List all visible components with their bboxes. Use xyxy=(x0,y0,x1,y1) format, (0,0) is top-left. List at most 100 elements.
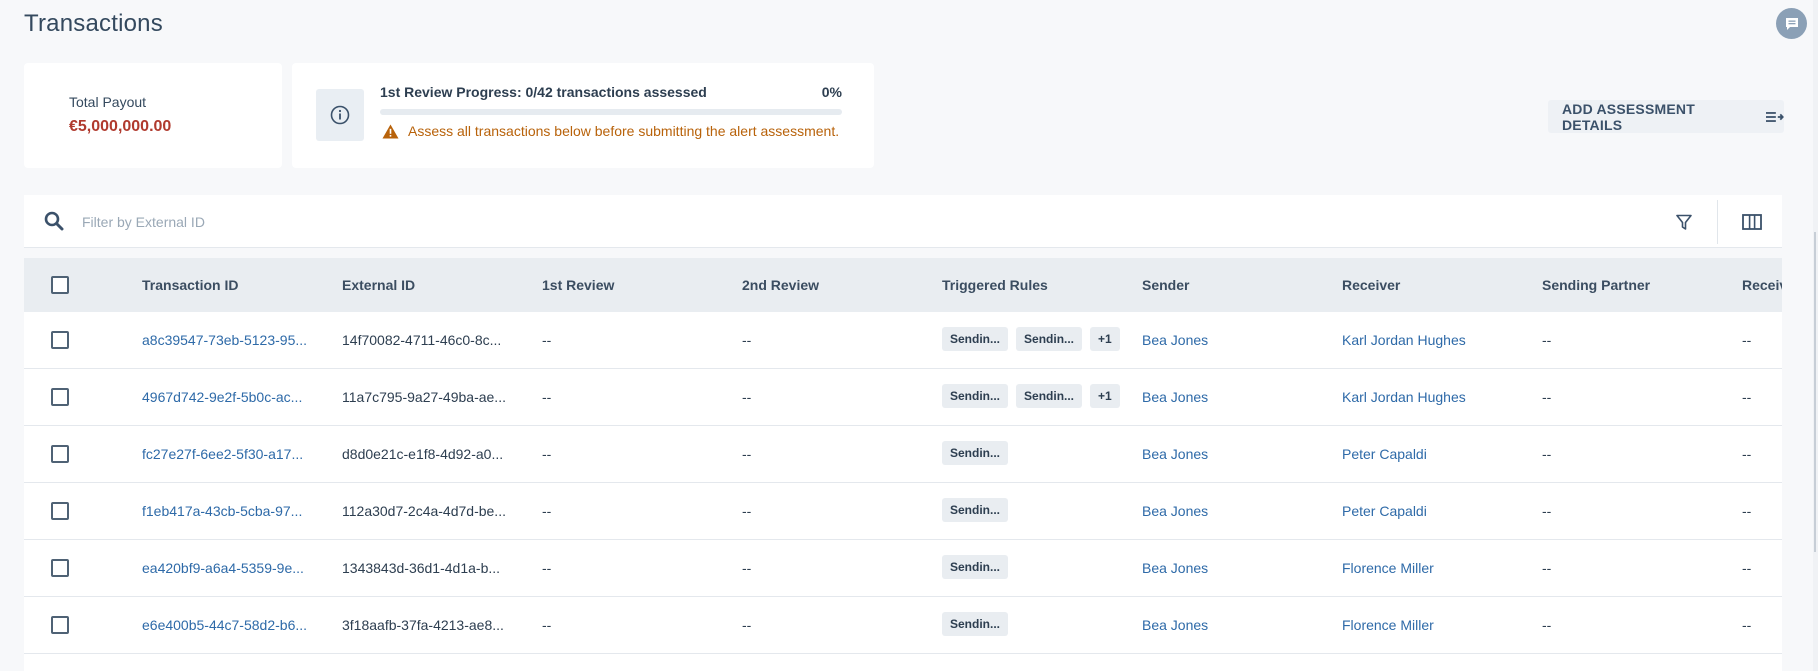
rule-tag[interactable]: Sendin... xyxy=(1016,327,1083,351)
more-rules-tag[interactable]: +1 xyxy=(1090,384,1120,408)
receiving-partner-cell: -- xyxy=(1742,332,1752,348)
sending-partner-cell: -- xyxy=(1542,332,1552,348)
row-checkbox[interactable] xyxy=(51,502,69,520)
rule-tag[interactable]: Sendin... xyxy=(942,441,1009,465)
triggered-rules-cell: Sendin... xyxy=(942,498,1009,522)
transaction-id-link[interactable]: 4967d742-9e2f-5b0c-ac... xyxy=(142,389,326,405)
rule-tag[interactable]: Sendin... xyxy=(942,612,1009,636)
sender-link[interactable]: Bea Jones xyxy=(1142,446,1208,462)
chat-button[interactable] xyxy=(1776,8,1807,39)
row-checkbox[interactable] xyxy=(51,388,69,406)
total-payout-value: €5,000,000.00 xyxy=(69,118,172,135)
external-id-cell: 14f70082-4711-46c0-8c... xyxy=(342,332,502,348)
info-icon-box xyxy=(316,89,364,141)
first-review-cell: -- xyxy=(542,560,552,576)
triggered-rules-cell: Sendin... Sendin... +1 xyxy=(942,327,1120,351)
sending-partner-cell: -- xyxy=(1542,389,1552,405)
select-all-checkbox[interactable] xyxy=(51,276,69,294)
triggered-rules-cell: Sendin... xyxy=(942,555,1009,579)
table-row[interactable]: fc27e27f-6ee2-5f30-a17... d8d0e21c-e1f8-… xyxy=(24,426,1782,483)
transaction-id-link[interactable]: ea420bf9-a6a4-5359-9e... xyxy=(142,560,326,576)
filter-button[interactable] xyxy=(1671,209,1697,235)
rule-tag[interactable]: Sendin... xyxy=(942,555,1009,579)
row-checkbox[interactable] xyxy=(51,616,69,634)
row-checkbox[interactable] xyxy=(51,559,69,577)
transaction-id-link[interactable]: f1eb417a-43cb-5cba-97... xyxy=(142,503,326,519)
sender-link[interactable]: Bea Jones xyxy=(1142,560,1208,576)
sending-partner-cell: -- xyxy=(1542,446,1552,462)
review-progress-card: 1st Review Progress: 0/42 transactions a… xyxy=(292,63,874,168)
second-review-cell: -- xyxy=(742,389,752,405)
second-review-cell: -- xyxy=(742,446,752,462)
sending-partner-cell: -- xyxy=(1542,617,1552,633)
page-title: Transactions xyxy=(24,10,163,37)
rule-tag[interactable]: Sendin... xyxy=(1016,384,1083,408)
receiver-link[interactable]: Peter Capaldi xyxy=(1342,446,1427,462)
receiving-partner-cell: -- xyxy=(1742,389,1752,405)
transaction-id-link[interactable]: a8c39547-73eb-5123-95... xyxy=(142,332,326,348)
columns-icon xyxy=(1742,214,1762,230)
more-rules-tag[interactable]: +1 xyxy=(1090,327,1120,351)
external-id-search-input[interactable] xyxy=(82,209,782,235)
external-id-cell: 112a30d7-2c4a-4d7d-be... xyxy=(342,503,506,519)
triggered-rules-cell: Sendin... xyxy=(942,612,1009,636)
toolbar-divider xyxy=(1717,200,1718,244)
rule-tag[interactable]: Sendin... xyxy=(942,384,1009,408)
first-review-cell: -- xyxy=(542,446,552,462)
columns-button[interactable] xyxy=(1738,208,1766,236)
review-progress-title: 1st Review Progress: 0/42 transactions a… xyxy=(380,84,707,100)
column-header-external-id[interactable]: External ID xyxy=(342,277,415,293)
column-header-sender[interactable]: Sender xyxy=(1142,277,1189,293)
row-checkbox[interactable] xyxy=(51,331,69,349)
receiver-link[interactable]: Florence Miller xyxy=(1342,617,1434,633)
triggered-rules-cell: Sendin... xyxy=(942,441,1009,465)
second-review-cell: -- xyxy=(742,617,752,633)
first-review-cell: -- xyxy=(542,617,552,633)
first-review-cell: -- xyxy=(542,332,552,348)
page-scrollbar-thumb[interactable] xyxy=(1814,232,1816,552)
column-header-triggered-rules[interactable]: Triggered Rules xyxy=(942,277,1048,293)
column-header-receiver[interactable]: Receiver xyxy=(1342,277,1400,293)
list-arrow-icon xyxy=(1766,111,1784,122)
receiving-partner-cell: -- xyxy=(1742,503,1752,519)
transactions-table: Transaction ID External ID 1st Review 2n… xyxy=(24,258,1782,671)
table-row[interactable]: e6e400b5-44c7-58d2-b6... 3f18aafb-37fa-4… xyxy=(24,597,1782,654)
sender-link[interactable]: Bea Jones xyxy=(1142,503,1208,519)
transaction-id-link[interactable]: e6e400b5-44c7-58d2-b6... xyxy=(142,617,326,633)
info-icon xyxy=(330,105,350,125)
add-assessment-details-button[interactable]: ADD ASSESSMENT DETAILS xyxy=(1548,100,1784,133)
triggered-rules-cell: Sendin... Sendin... +1 xyxy=(942,384,1120,408)
sending-partner-cell: -- xyxy=(1542,503,1552,519)
table-row[interactable]: ea420bf9-a6a4-5359-9e... 1343843d-36d1-4… xyxy=(24,540,1782,597)
external-id-cell: d8d0e21c-e1f8-4d92-a0... xyxy=(342,446,504,462)
table-row[interactable]: a8c39547-73eb-5123-95... 14f70082-4711-4… xyxy=(24,312,1782,369)
second-review-cell: -- xyxy=(742,503,752,519)
table-header-row: Transaction ID External ID 1st Review 2n… xyxy=(24,258,1782,312)
table-row[interactable]: f1eb417a-43cb-5cba-97... 112a30d7-2c4a-4… xyxy=(24,483,1782,540)
receiving-partner-cell: -- xyxy=(1742,617,1752,633)
rule-tag[interactable]: Sendin... xyxy=(942,498,1009,522)
column-header-transaction-id[interactable]: Transaction ID xyxy=(142,277,238,293)
column-header-receiving-partner[interactable]: Receiv xyxy=(1742,277,1782,293)
column-header-second-review[interactable]: 2nd Review xyxy=(742,277,819,293)
row-checkbox[interactable] xyxy=(51,445,69,463)
receiver-link[interactable]: Peter Capaldi xyxy=(1342,503,1427,519)
receiver-link[interactable]: Florence Miller xyxy=(1342,560,1434,576)
column-header-sending-partner[interactable]: Sending Partner xyxy=(1542,277,1650,293)
table-row[interactable]: 4967d742-9e2f-5b0c-ac... 11a7c795-9a27-4… xyxy=(24,369,1782,426)
second-review-cell: -- xyxy=(742,560,752,576)
rule-tag[interactable]: Sendin... xyxy=(942,327,1009,351)
receiving-partner-cell: -- xyxy=(1742,446,1752,462)
search-icon xyxy=(44,211,64,231)
sender-link[interactable]: Bea Jones xyxy=(1142,617,1208,633)
external-id-cell: 3f18aafb-37fa-4213-ae8... xyxy=(342,617,504,633)
add-assessment-details-label: ADD ASSESSMENT DETAILS xyxy=(1562,100,1695,133)
receiver-link[interactable]: Karl Jordan Hughes xyxy=(1342,389,1466,405)
assessment-warning: Assess all transactions below before sub… xyxy=(382,123,839,139)
receiver-link[interactable]: Karl Jordan Hughes xyxy=(1342,332,1466,348)
sender-link[interactable]: Bea Jones xyxy=(1142,332,1208,348)
transaction-id-link[interactable]: fc27e27f-6ee2-5f30-a17... xyxy=(142,446,326,462)
sender-link[interactable]: Bea Jones xyxy=(1142,389,1208,405)
search-bar xyxy=(24,195,1782,248)
column-header-first-review[interactable]: 1st Review xyxy=(542,277,614,293)
